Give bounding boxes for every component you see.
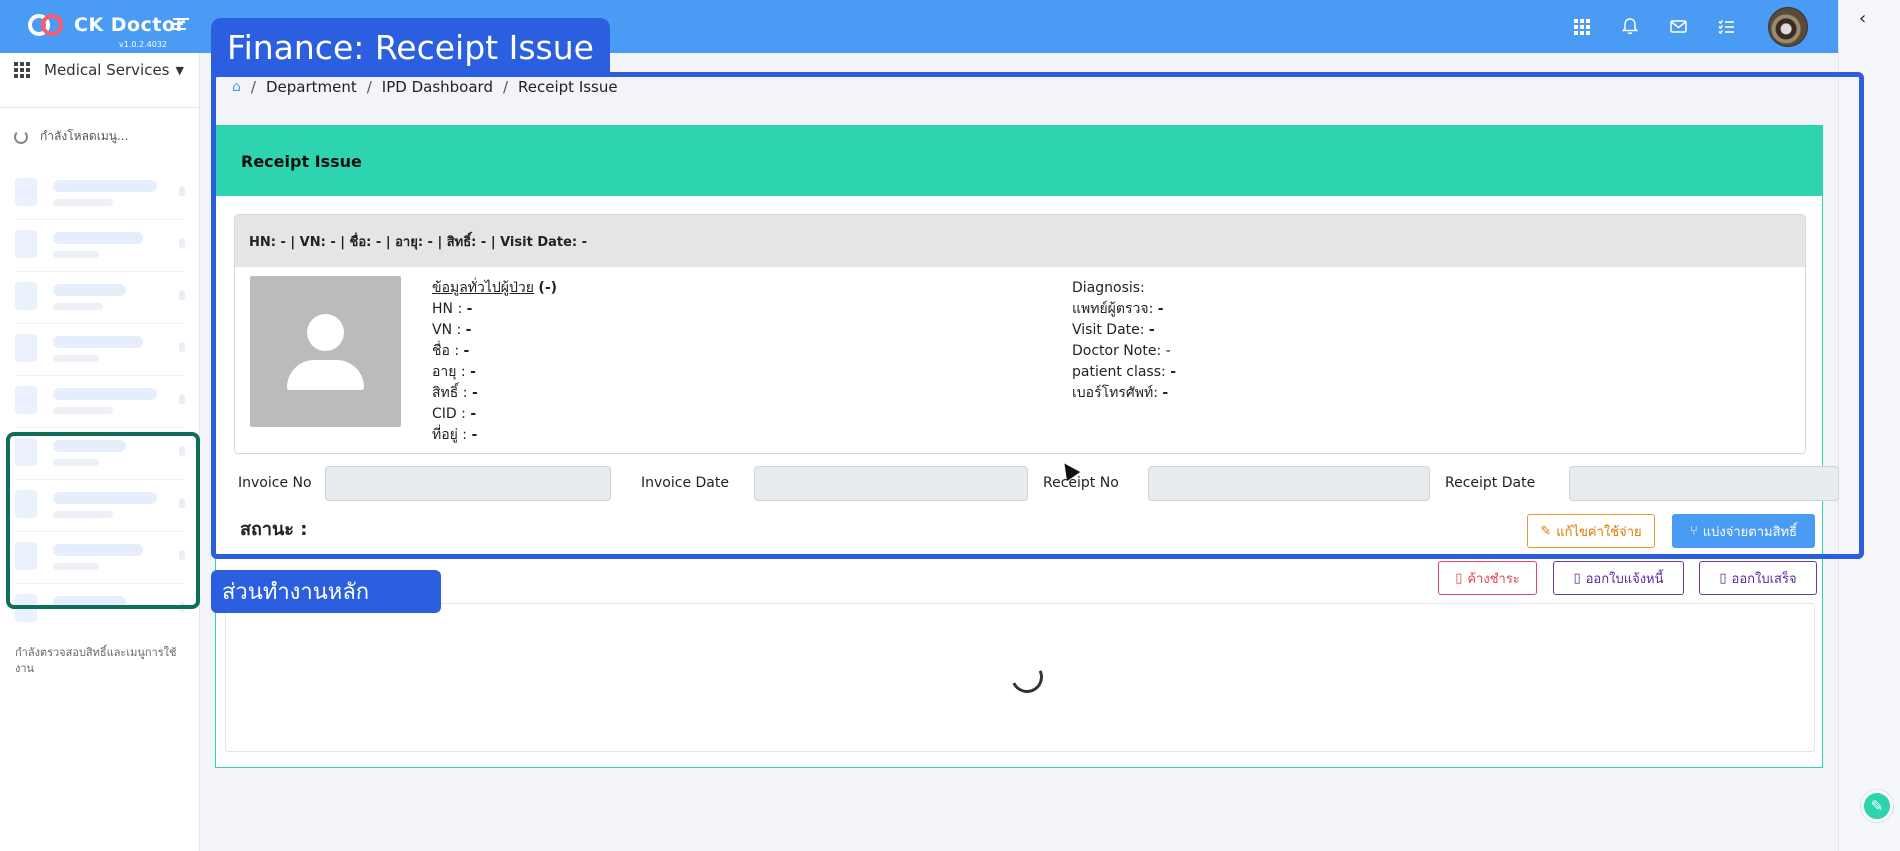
caret-down-icon: ▼	[175, 63, 184, 77]
issue-receipt-label: ออกใบเสร็จ	[1731, 571, 1797, 587]
app-logo[interactable]: CK Doctor	[28, 12, 185, 38]
apps-grid-icon[interactable]	[1572, 17, 1592, 37]
top-icons	[1558, 0, 1838, 53]
logo-mark-icon	[28, 12, 64, 38]
module-label: Medical Services	[44, 61, 170, 79]
book-icon: ▯	[1719, 570, 1727, 586]
menu-skeleton-item	[15, 168, 185, 220]
main-area-highlight-frame	[211, 72, 1864, 559]
menu-skeleton-item	[15, 272, 185, 324]
menu-loading-text: กำลังโหลดเมนู...	[40, 129, 129, 143]
issue-receipt-button[interactable]: ▯ ออกใบเสร็จ	[1699, 561, 1817, 595]
checklist-icon[interactable]	[1716, 17, 1736, 37]
work-area-tag: ส่วนทำงานหลัก	[211, 570, 441, 613]
issue-invoice-label: ออกใบแจ้งหนี้	[1585, 571, 1664, 587]
chevron-left-icon[interactable]: ‹	[1859, 8, 1866, 29]
menu-skeleton-item	[15, 220, 185, 272]
module-selector[interactable]: Medical Services ▼	[14, 61, 184, 79]
page-title-tag: Finance: Receipt Issue	[211, 18, 610, 76]
bell-icon[interactable]	[1620, 17, 1640, 37]
attachment-fab-icon[interactable]: ✎	[1861, 790, 1893, 822]
app-version: v1.0.2.4032	[119, 40, 167, 49]
loading-spinner-icon	[1006, 656, 1048, 698]
menu-skeleton-item	[15, 376, 185, 428]
book-icon: ▯	[1573, 570, 1581, 586]
mail-icon[interactable]	[1668, 17, 1688, 37]
module-grid-icon	[14, 62, 30, 78]
receipt-content-area	[225, 603, 1815, 752]
user-avatar[interactable]	[1768, 6, 1808, 47]
menu-toggle-icon[interactable]	[173, 18, 189, 32]
issue-invoice-button[interactable]: ▯ ออกใบแจ้งหนี้	[1553, 561, 1684, 595]
pending-payment-label: ค้างชำระ	[1467, 571, 1520, 587]
menu-loading: กำลังโหลดเมนู...	[14, 127, 128, 146]
permission-check-status: กำลังตรวจสอบสิทธิ์และเมนูการใช้งาน	[15, 646, 177, 675]
menu-skeleton-item	[15, 324, 185, 376]
book-icon: ▯	[1455, 570, 1463, 586]
sidebar-divider	[0, 107, 200, 108]
pending-payment-button[interactable]: ▯ ค้างชำระ	[1438, 561, 1537, 595]
loading-spinner-icon	[14, 129, 28, 144]
app-name: CK Doctor	[74, 14, 186, 36]
sidebar-highlight-frame	[6, 432, 200, 609]
